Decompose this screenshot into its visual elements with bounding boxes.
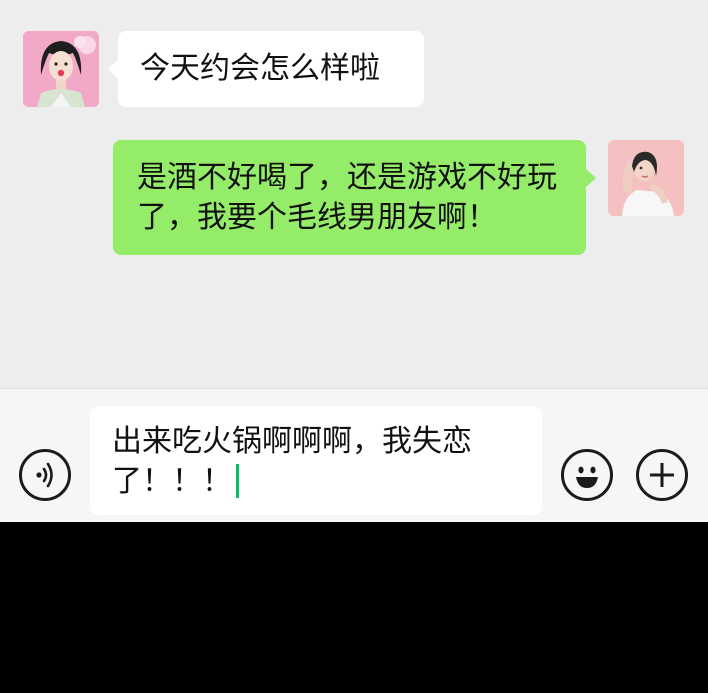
voice-button[interactable] bbox=[19, 449, 71, 501]
message-input[interactable]: 出来吃火锅啊啊啊，我失恋了！！！ bbox=[90, 406, 542, 515]
sent-message-bubble[interactable]: 是酒不好喝了，还是游戏不好玩了，我要个毛线男朋友啊！ bbox=[113, 140, 596, 255]
user-avatar[interactable] bbox=[608, 140, 684, 216]
letterbox-area bbox=[0, 522, 708, 693]
voice-icon bbox=[36, 462, 53, 488]
emoji-icon bbox=[576, 466, 598, 488]
received-message-bubble[interactable]: 今天约会怎么样啦 bbox=[108, 31, 424, 107]
message-text: 今天约会怎么样啦 bbox=[140, 51, 380, 86]
message-text: 是酒不好喝了，还是游戏不好玩了，我要个毛线男朋友啊！ bbox=[137, 160, 557, 235]
text-caret bbox=[236, 464, 239, 498]
plus-icon bbox=[650, 463, 674, 487]
chat-area: 今天约会怎么样啦 是酒不好喝了，还是游戏不好玩了，我要个毛线男朋友啊！ bbox=[0, 0, 708, 388]
contact-avatar[interactable] bbox=[23, 31, 99, 107]
message-input-text: 出来吃火锅啊啊啊，我失恋了！！！ bbox=[112, 424, 472, 499]
emoji-button[interactable] bbox=[561, 449, 613, 501]
input-bar: 出来吃火锅啊啊啊，我失恋了！！！ bbox=[0, 388, 708, 522]
more-button[interactable] bbox=[636, 449, 688, 501]
